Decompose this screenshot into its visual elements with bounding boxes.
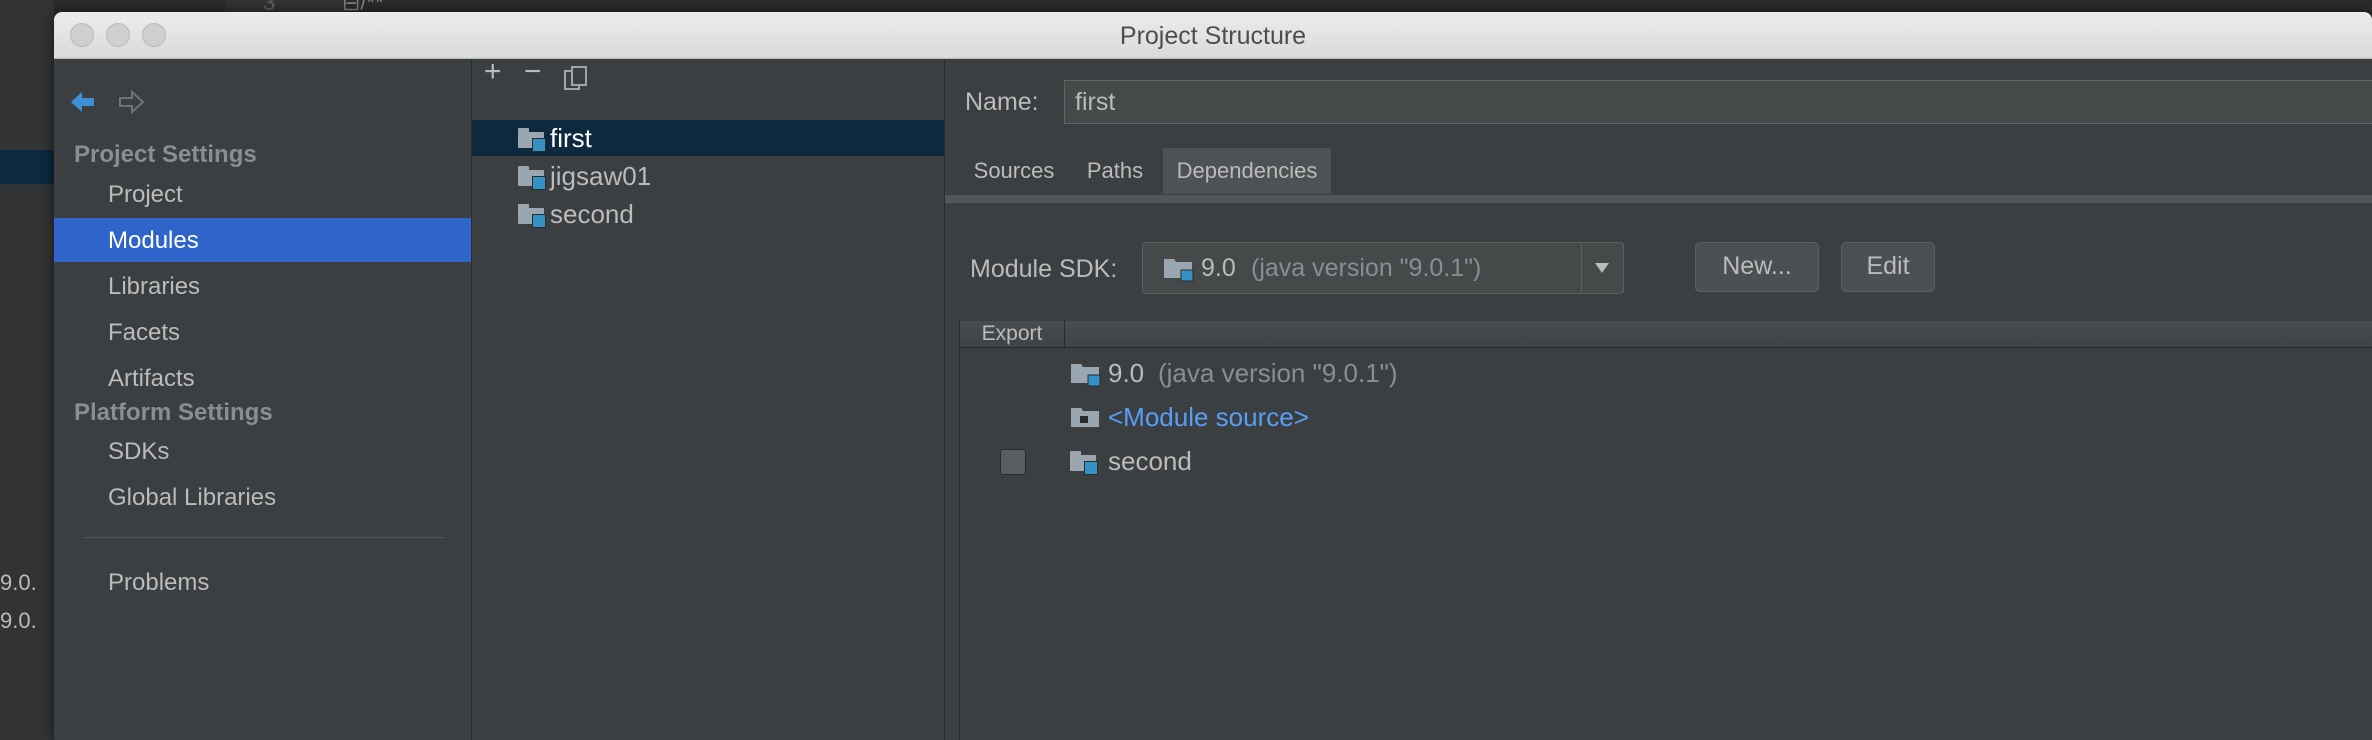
add-module-button[interactable]: +	[484, 55, 502, 89]
window-title: Project Structure	[1119, 22, 1307, 50]
dependency-name: 9.0	[1108, 358, 1145, 388]
copy-icon[interactable]	[562, 65, 590, 93]
new-sdk-button[interactable]: New...	[1695, 242, 1819, 292]
back-arrow-icon[interactable]	[68, 87, 98, 117]
module-folder-icon	[518, 128, 546, 152]
module-label: first	[550, 123, 592, 153]
sidebar-divider	[84, 537, 444, 538]
export-checkbox[interactable]	[1000, 449, 1026, 475]
sidebar-item-problems[interactable]: Problems	[54, 560, 471, 604]
dropdown-arrow[interactable]	[1581, 243, 1623, 293]
sidebar-item-modules[interactable]: Modules	[54, 218, 471, 262]
module-name-field[interactable]: first	[1064, 80, 2372, 124]
sidebar-item-facets[interactable]: Facets	[54, 310, 471, 354]
dependencies-table: Export 9.0 (java version "9.0.1") <Modul…	[959, 321, 2372, 740]
module-source-link: <Module source>	[1108, 402, 1309, 432]
module-label: jigsaw01	[550, 161, 652, 191]
tab-separator	[945, 195, 2372, 203]
sidebar-item-global-libraries[interactable]: Global Libraries	[54, 475, 471, 519]
table-header: Export	[960, 321, 2372, 348]
sidebar-item-project[interactable]: Project	[54, 172, 471, 216]
remove-module-button[interactable]: −	[524, 55, 542, 89]
module-folder-icon	[518, 204, 546, 228]
tab-sources[interactable]: Sources	[961, 148, 1067, 194]
sdk-folder-icon	[1164, 259, 1194, 282]
tab-dependencies[interactable]: Dependencies	[1163, 148, 1331, 194]
module-sdk-dropdown[interactable]: 9.0 (java version "9.0.1")	[1142, 242, 1624, 294]
module-details-panel: Name: first Sources Paths Dependencies M…	[945, 59, 2372, 740]
table-row[interactable]: <Module source>	[960, 395, 2372, 439]
module-folder-icon	[1070, 451, 1098, 475]
sdk-version: 9.0	[1201, 254, 1236, 282]
module-name-value: first	[1075, 88, 1116, 116]
tab-paths[interactable]: Paths	[1069, 148, 1161, 194]
sidebar-item-label: Global Libraries	[108, 484, 277, 511]
export-column-header[interactable]: Export	[960, 321, 1065, 347]
sidebar-item-label: Modules	[108, 227, 199, 254]
title-bar[interactable]: Project Structure	[54, 12, 2372, 59]
module-row-second[interactable]: second	[472, 196, 944, 232]
sidebar-item-label: Facets	[108, 319, 181, 346]
modules-panel: + − first jigsaw01 second	[472, 55, 945, 740]
module-folder-icon	[518, 166, 546, 190]
sidebar-item-libraries[interactable]: Libraries	[54, 264, 471, 308]
table-row[interactable]: 9.0 (java version "9.0.1")	[960, 351, 2372, 395]
sidebar-item-sdks[interactable]: SDKs	[54, 429, 471, 473]
dependency-name: second	[1108, 446, 1192, 476]
table-row[interactable]: second	[960, 439, 2372, 483]
platform-settings-header: Platform Settings	[74, 399, 273, 426]
chevron-down-icon	[1595, 263, 1609, 273]
background-text-1: 9.0.	[0, 570, 37, 595]
sidebar-item-label: SDKs	[108, 438, 170, 465]
background-selection	[0, 150, 54, 184]
sidebar-item-label: Libraries	[108, 273, 201, 300]
edit-sdk-button[interactable]: Edit	[1841, 242, 1935, 292]
sdk-detail: (java version "9.0.1")	[1251, 254, 1482, 282]
settings-sidebar: Project Settings Project Modules Librari…	[54, 59, 472, 740]
sidebar-item-label: Problems	[108, 569, 210, 596]
name-label: Name:	[965, 88, 1039, 116]
background-text-2: 9.0.	[0, 608, 37, 633]
sidebar-item-artifacts[interactable]: Artifacts	[54, 356, 471, 400]
module-sdk-label: Module SDK:	[970, 255, 1118, 283]
sidebar-item-label: Project	[108, 181, 183, 208]
forward-arrow-icon[interactable]	[116, 87, 146, 117]
project-settings-header: Project Settings	[74, 141, 257, 168]
sidebar-item-label: Artifacts	[108, 365, 195, 392]
module-row-jigsaw01[interactable]: jigsaw01	[472, 158, 944, 194]
project-structure-dialog: Project Structure Project Settings Proje…	[54, 12, 2372, 740]
source-folder-icon	[1071, 408, 1099, 427]
module-label: second	[550, 199, 634, 229]
module-row-first[interactable]: first	[472, 120, 944, 156]
dependency-detail: (java version "9.0.1")	[1158, 358, 1398, 388]
sdk-folder-icon	[1071, 364, 1101, 387]
